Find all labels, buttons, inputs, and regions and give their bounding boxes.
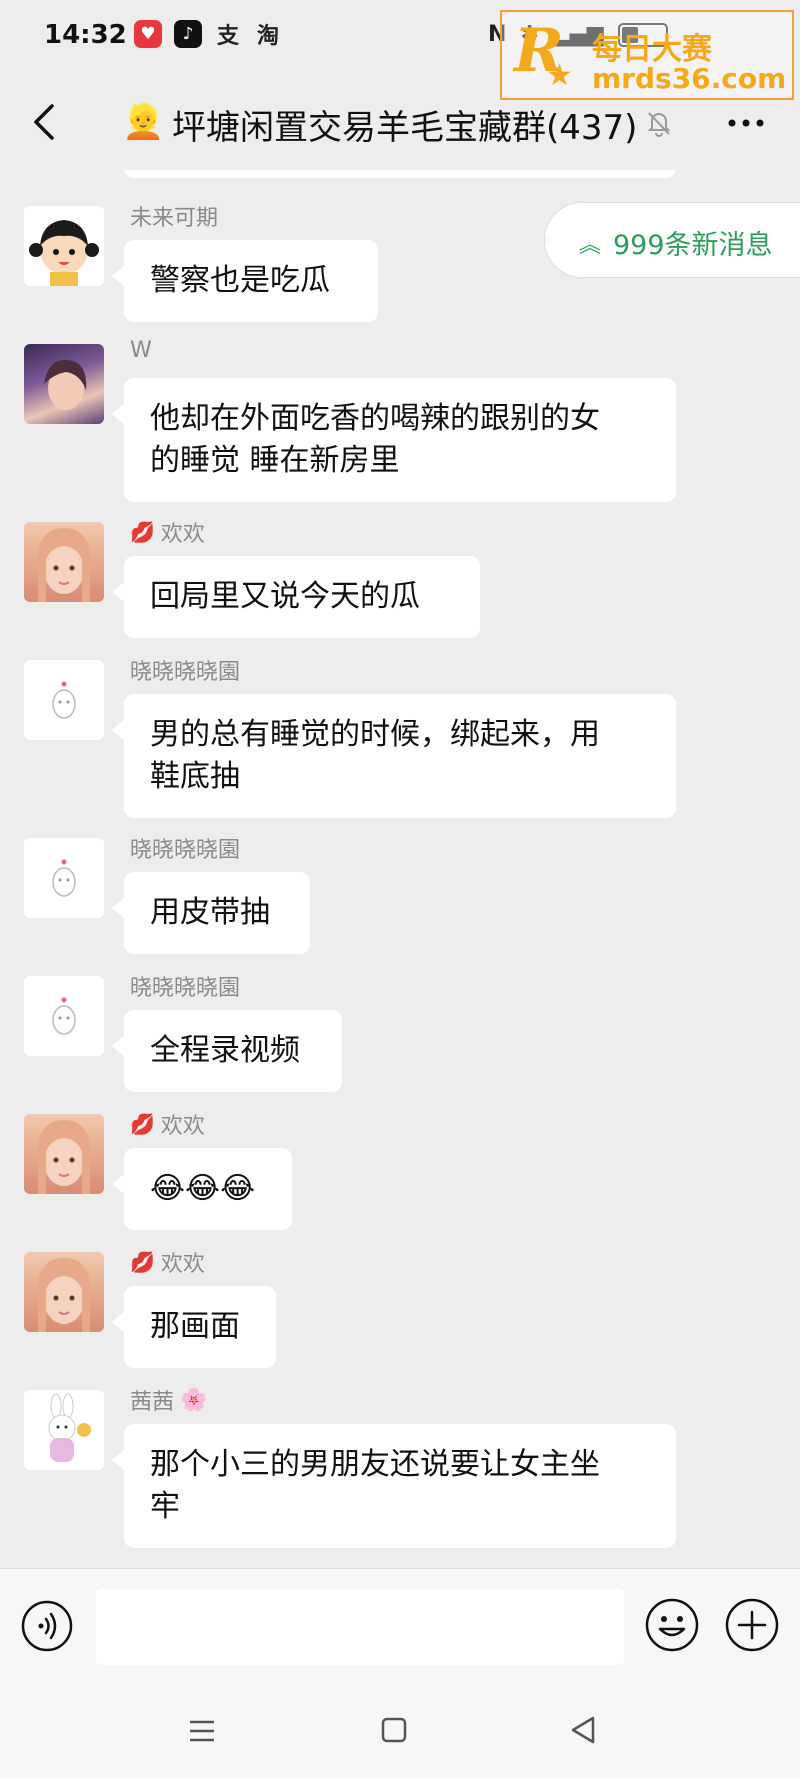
message-text: 男的总有睡觉的时候，绑起来，用 — [150, 717, 600, 752]
tiktok-icon: ♪ — [174, 20, 202, 48]
chevron-left-icon — [34, 104, 54, 140]
emoji-button[interactable] — [644, 1597, 700, 1653]
lips-icon: 💋 — [130, 520, 155, 544]
sender-name: 💋 欢欢 — [130, 520, 205, 547]
pinduoduo-icon: ♥ — [134, 20, 162, 48]
message-text: 那个小三的男朋友还说要让女主坐 — [150, 1447, 600, 1482]
smiley-icon — [645, 1598, 699, 1652]
sender-name: 💋 欢欢 — [130, 1112, 205, 1139]
message-bubble[interactable]: 男的总有睡觉的时候，绑起来，用 鞋底抽 — [112, 694, 676, 818]
message-bubble[interactable]: 警察也是吃瓜 — [112, 240, 378, 322]
avatar[interactable] — [24, 206, 104, 286]
message-text: 的睡觉 睡在新房里 — [150, 443, 400, 478]
message-bubble[interactable]: 回局里又说今天的瓜 — [112, 556, 480, 638]
lips-icon: 💋 — [130, 1250, 155, 1274]
plus-button[interactable] — [724, 1597, 780, 1653]
status-app-icons: ♥ ♪ 支 淘 — [134, 20, 282, 49]
avatar[interactable] — [24, 1390, 104, 1470]
system-nav-bar — [0, 1686, 800, 1778]
message-text: 他却在外面吃香的喝辣的跟别的女 — [150, 401, 600, 436]
chat-header: 👱 坪塘闲置交易羊毛宝藏群(437) — [0, 78, 800, 170]
avatar[interactable] — [24, 1252, 104, 1332]
sender-name: W — [130, 338, 152, 363]
back-triangle-icon — [571, 1716, 595, 1744]
nav-menu-button[interactable] — [186, 1716, 218, 1746]
group-emoji-icon: 👱 — [122, 102, 165, 142]
flower-icon: 🌸 — [180, 1387, 208, 1413]
avatar[interactable] — [24, 976, 104, 1056]
voice-button[interactable] — [20, 1599, 74, 1653]
new-messages-label: 999条新消息 — [613, 230, 773, 261]
message-bubble[interactable]: 那个小三的男朋友还说要让女主坐 牢 — [112, 1424, 676, 1548]
back-button[interactable] — [24, 100, 64, 144]
message-bubble[interactable]: 😂😂😂 — [112, 1148, 292, 1230]
more-button[interactable] — [722, 108, 770, 138]
sender-name: 晓晓晓晓園 — [130, 976, 241, 1001]
message-text: 警察也是吃瓜 — [150, 263, 330, 298]
avatar[interactable] — [24, 522, 104, 602]
nav-back-button[interactable] — [568, 1714, 598, 1746]
input-bar — [0, 1568, 800, 1687]
avatar[interactable] — [24, 660, 104, 740]
voice-icon — [21, 1600, 73, 1652]
more-dots-icon — [728, 119, 764, 127]
avatar[interactable] — [24, 344, 104, 424]
avatar[interactable] — [24, 838, 104, 918]
avatar[interactable] — [24, 1114, 104, 1194]
alipay-icon: 支 — [216, 24, 239, 49]
menu-icon — [190, 1720, 214, 1742]
home-square-icon — [381, 1717, 407, 1743]
bell-off-icon — [644, 108, 674, 138]
previous-message-bubble — [124, 170, 676, 178]
chat-messages[interactable]: 未来可期 警察也是吃瓜 W 他却在外面吃香的喝辣的跟别的女 的睡觉 睡在新房里 — [0, 170, 800, 1568]
sender-name: 茜茜 🌸 — [130, 1387, 208, 1416]
message-text: 那画面 — [150, 1309, 240, 1344]
double-chevron-up-icon: ︽ — [579, 233, 602, 258]
sender-name: 晓晓晓晓園 — [130, 660, 241, 685]
sender-name: 晓晓晓晓園 — [130, 838, 241, 863]
plus-circle-icon — [725, 1598, 779, 1652]
nav-home-button[interactable] — [380, 1716, 408, 1744]
taobao-icon: 淘 — [256, 24, 279, 49]
sender-name: 💋 欢欢 — [130, 1250, 205, 1277]
status-time: 14:32 — [44, 20, 127, 50]
message-bubble[interactable]: 用皮带抽 — [112, 872, 310, 954]
message-bubble[interactable]: 全程录视频 — [112, 1010, 342, 1092]
message-bubble[interactable]: 那画面 — [112, 1286, 276, 1368]
chat-title[interactable]: 坪塘闲置交易羊毛宝藏群(437) — [172, 100, 637, 149]
new-messages-button[interactable]: ︽ 999条新消息 — [544, 202, 800, 278]
message-text: 全程录视频 — [150, 1033, 300, 1068]
message-text: 用皮带抽 — [150, 895, 270, 930]
message-text: 回局里又说今天的瓜 — [150, 579, 420, 614]
sender-name: 未来可期 — [130, 206, 219, 231]
message-text: 鞋底抽 — [150, 759, 240, 794]
message-text: 牢 — [150, 1489, 180, 1524]
message-bubble[interactable]: 他却在外面吃香的喝辣的跟别的女 的睡觉 睡在新房里 — [112, 378, 676, 502]
message-text: 😂😂😂 — [150, 1171, 256, 1206]
message-input[interactable] — [96, 1589, 624, 1665]
lips-icon: 💋 — [130, 1112, 155, 1136]
